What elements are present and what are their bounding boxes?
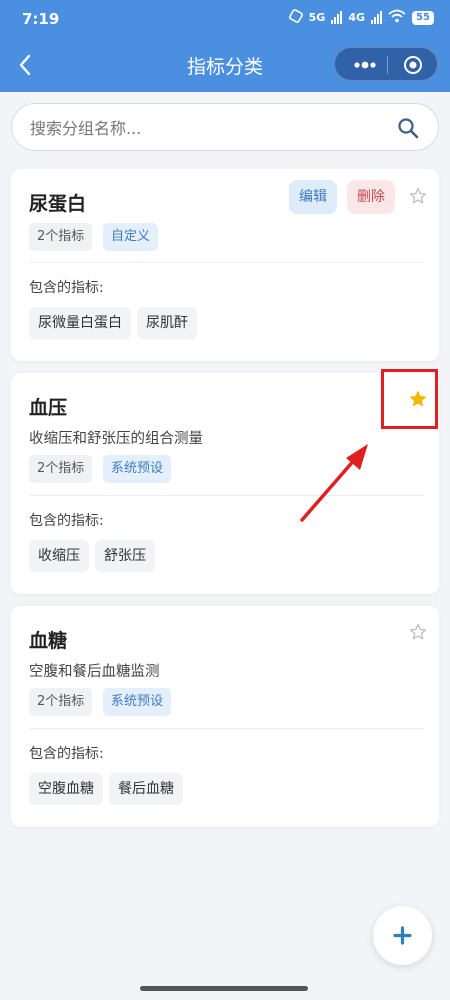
app-header: 7:19 5G 4G 55 指标分类 (0, 0, 450, 92)
divider (29, 262, 425, 263)
add-icon (393, 926, 412, 945)
more-dots-icon (354, 61, 376, 69)
annotation-arrow-icon (300, 444, 368, 522)
mini-program-capsule (334, 47, 438, 81)
search-input[interactable] (30, 116, 370, 140)
included-indicators-label: 包含的指标: (29, 513, 104, 529)
group-type-tag: 系统预设 (103, 455, 172, 483)
indicator-chip: 尿微量白蛋白 (29, 307, 131, 339)
indicator-count-tag: 2个指标 (29, 455, 93, 483)
more-button[interactable] (351, 57, 379, 73)
network-4g-label: 4G (348, 11, 365, 24)
included-indicators-label: 包含的指标: (29, 280, 104, 296)
group-title: 尿蛋白 (29, 193, 87, 215)
signal-icon (331, 11, 343, 24)
group-title: 血压 (29, 397, 68, 419)
included-indicators-label: 包含的指标: (29, 746, 104, 762)
close-app-icon (404, 56, 422, 74)
wifi-icon (388, 9, 406, 26)
search-icon (398, 118, 419, 139)
status-icons: 5G 4G 55 (288, 9, 434, 26)
divider (29, 728, 425, 729)
alarm-icon (288, 9, 303, 26)
group-description: 收缩压和舒张压的组合测量 (29, 431, 203, 447)
capsule-divider (387, 56, 388, 74)
indicator-chip: 尿肌酐 (137, 307, 197, 339)
group-description: 空腹和餐后血糖监测 (29, 664, 160, 680)
status-bar: 7:19 5G 4G 55 (0, 0, 450, 38)
star-icon[interactable] (409, 623, 427, 641)
group-card[interactable]: 血糖 空腹和餐后血糖监测 2个指标 系统预设 包含的指标: 空腹血糖 餐后血糖 (11, 606, 439, 827)
edit-button[interactable]: 编辑 (289, 180, 337, 214)
indicator-chip: 收缩压 (29, 540, 89, 572)
add-group-button[interactable] (373, 906, 432, 965)
group-type-tag: 自定义 (103, 223, 159, 251)
indicator-count-tag: 2个指标 (29, 688, 93, 716)
nav-bar: 指标分类 (0, 40, 450, 90)
search-bar (11, 103, 439, 151)
indicator-count-tag: 2个指标 (29, 223, 93, 251)
group-title: 血糖 (29, 630, 68, 652)
signal-icon-2 (371, 11, 382, 24)
status-time: 7:19 (22, 10, 60, 28)
group-type-tag: 系统预设 (103, 688, 172, 716)
indicator-chip: 餐后血糖 (109, 773, 183, 805)
delete-button[interactable]: 删除 (347, 180, 395, 214)
battery-icon: 55 (412, 10, 434, 25)
home-indicator (140, 986, 308, 991)
indicator-chip: 舒张压 (95, 540, 155, 572)
close-app-button[interactable] (403, 55, 423, 75)
search-button[interactable] (396, 116, 420, 140)
star-icon[interactable] (409, 187, 427, 205)
annotation-highlight-box (381, 369, 438, 429)
indicator-chip: 空腹血糖 (29, 773, 103, 805)
network-5g-label: 5G (308, 11, 326, 24)
group-card[interactable]: 尿蛋白 编辑 删除 2个指标 自定义 包含的指标: 尿微量白蛋白 尿肌酐 (11, 169, 439, 361)
